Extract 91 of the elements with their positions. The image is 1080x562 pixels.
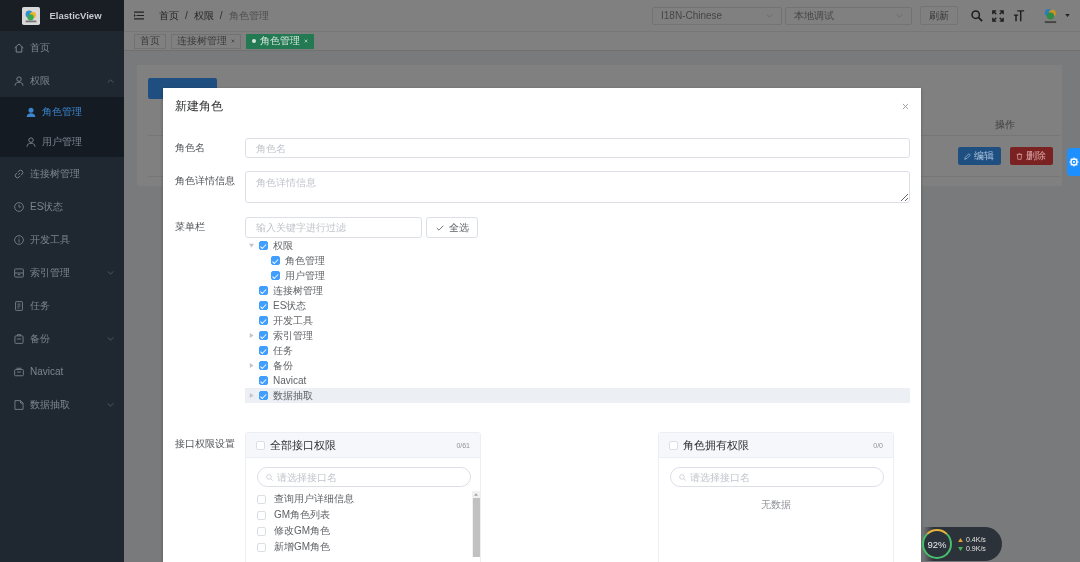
checkbox-item[interactable]: GM角色列表 <box>257 507 472 523</box>
tree-item[interactable]: 备份 <box>245 358 299 373</box>
tree-item[interactable]: 权限 <box>245 238 299 253</box>
person-icon <box>14 75 24 86</box>
tree-item[interactable]: 连接树管理 <box>245 283 329 298</box>
settings-icon <box>1069 157 1079 167</box>
checkbox[interactable] <box>271 256 280 265</box>
avatar-logo-icon[interactable] <box>1042 7 1059 24</box>
scroll-up-icon[interactable] <box>474 493 478 496</box>
font-size-icon[interactable] <box>1013 9 1025 22</box>
info-circle-icon <box>14 234 24 245</box>
menu-item[interactable]: 索引管理 <box>0 256 124 289</box>
search-icon <box>679 473 686 481</box>
breadcrumb-link[interactable]: 权限 <box>193 8 214 23</box>
settings-button[interactable] <box>1067 148 1080 176</box>
tree-item[interactable]: 索引管理 <box>245 328 319 343</box>
checkbox-item[interactable]: 查询用户详细信息 <box>257 491 472 507</box>
checkbox-item[interactable]: 修改GM角色 <box>257 523 472 539</box>
checkbox[interactable] <box>259 376 268 385</box>
link-icon <box>14 168 24 179</box>
field-label: 角色详情信息 <box>175 174 236 188</box>
breadcrumb-separator: / <box>185 10 188 21</box>
page-tab[interactable]: 角色管理 <box>246 33 314 49</box>
up-arrow-icon <box>958 537 963 542</box>
check-icon <box>435 224 444 231</box>
close-icon[interactable] <box>902 102 909 110</box>
field-label: 菜单栏 <box>175 220 206 234</box>
menu-item[interactable]: 备份 <box>0 322 124 355</box>
select-all-button[interactable]: 全选 <box>426 217 478 238</box>
edit-button[interactable]: 编辑 <box>957 147 1001 165</box>
fullscreen-icon[interactable] <box>992 9 1004 22</box>
language-select[interactable]: I18N-Chinese <box>652 6 782 25</box>
field-label: 接口权限设置 <box>175 437 236 451</box>
clock-icon <box>14 201 24 212</box>
menu-item[interactable]: ES状态 <box>0 190 124 223</box>
checkbox[interactable] <box>259 316 268 325</box>
column-header: 操作 <box>994 117 1016 132</box>
breadcrumb-separator: / <box>219 10 223 21</box>
menu-item[interactable]: 首页 <box>0 31 124 64</box>
home-icon <box>14 42 24 53</box>
document-icon <box>14 300 24 311</box>
tree-item[interactable]: 用户管理 <box>245 268 331 283</box>
menu-item[interactable]: Navicat <box>0 355 124 388</box>
checkbox[interactable] <box>259 286 268 295</box>
field-label: 角色名 <box>175 141 206 155</box>
dialog-title: 新建角色 <box>175 98 223 114</box>
tree-item[interactable]: Navicat <box>245 373 313 388</box>
checkbox[interactable] <box>259 241 268 250</box>
page-tab[interactable]: 首页 <box>134 33 166 49</box>
status-dot-icon <box>252 39 256 43</box>
close-icon[interactable] <box>231 39 235 43</box>
checkbox[interactable] <box>271 271 280 280</box>
logo-icon <box>22 6 41 25</box>
caret-icon[interactable] <box>1065 14 1070 17</box>
menu-item[interactable]: 角色管理 <box>0 97 124 127</box>
file-icon <box>14 399 24 410</box>
search-icon[interactable] <box>971 9 983 22</box>
search-icon <box>266 473 273 481</box>
menu-item[interactable]: 用户管理 <box>0 127 124 157</box>
menu-item[interactable]: 权限 <box>0 64 124 97</box>
menu-icon[interactable] <box>134 11 144 20</box>
person-icon <box>26 107 36 117</box>
delete-button[interactable]: 删除 <box>1009 147 1053 165</box>
pencil-icon <box>964 152 971 160</box>
checkbox[interactable] <box>259 391 268 400</box>
checkbox[interactable] <box>259 331 268 340</box>
panel-title: 角色拥有权限 <box>683 437 749 453</box>
trash-icon <box>1016 152 1023 160</box>
checkbox[interactable] <box>259 361 268 370</box>
checkbox[interactable] <box>259 301 268 310</box>
app-title: ElasticView <box>49 10 102 21</box>
tree-item[interactable]: 任务 <box>245 343 299 358</box>
menu-item[interactable]: 连接树管理 <box>0 157 124 190</box>
checkbox[interactable] <box>259 346 268 355</box>
breadcrumb-link[interactable]: 首页 <box>159 8 179 23</box>
tree-item[interactable]: ES状态 <box>245 298 313 313</box>
clipboard-icon <box>14 333 24 344</box>
tree-item[interactable]: 数据抽取 <box>245 388 910 403</box>
menu-item[interactable]: 开发工具 <box>0 223 124 256</box>
tree-item[interactable]: 开发工具 <box>245 313 319 328</box>
checkbox-item[interactable]: 新增GM角色 <box>257 539 472 555</box>
down-arrow-icon <box>958 546 963 551</box>
person-icon <box>26 137 36 147</box>
drawer-icon <box>14 267 24 278</box>
menu-item[interactable]: 数据抽取 <box>0 388 124 421</box>
empty-text: 无数据 <box>761 499 791 510</box>
panel-title: 全部接口权限 <box>270 437 336 453</box>
page-tab[interactable]: 连接树管理 <box>171 33 241 49</box>
tree-item[interactable]: 角色管理 <box>245 253 331 268</box>
menu-item[interactable]: 任务 <box>0 289 124 322</box>
box-icon <box>14 366 24 377</box>
